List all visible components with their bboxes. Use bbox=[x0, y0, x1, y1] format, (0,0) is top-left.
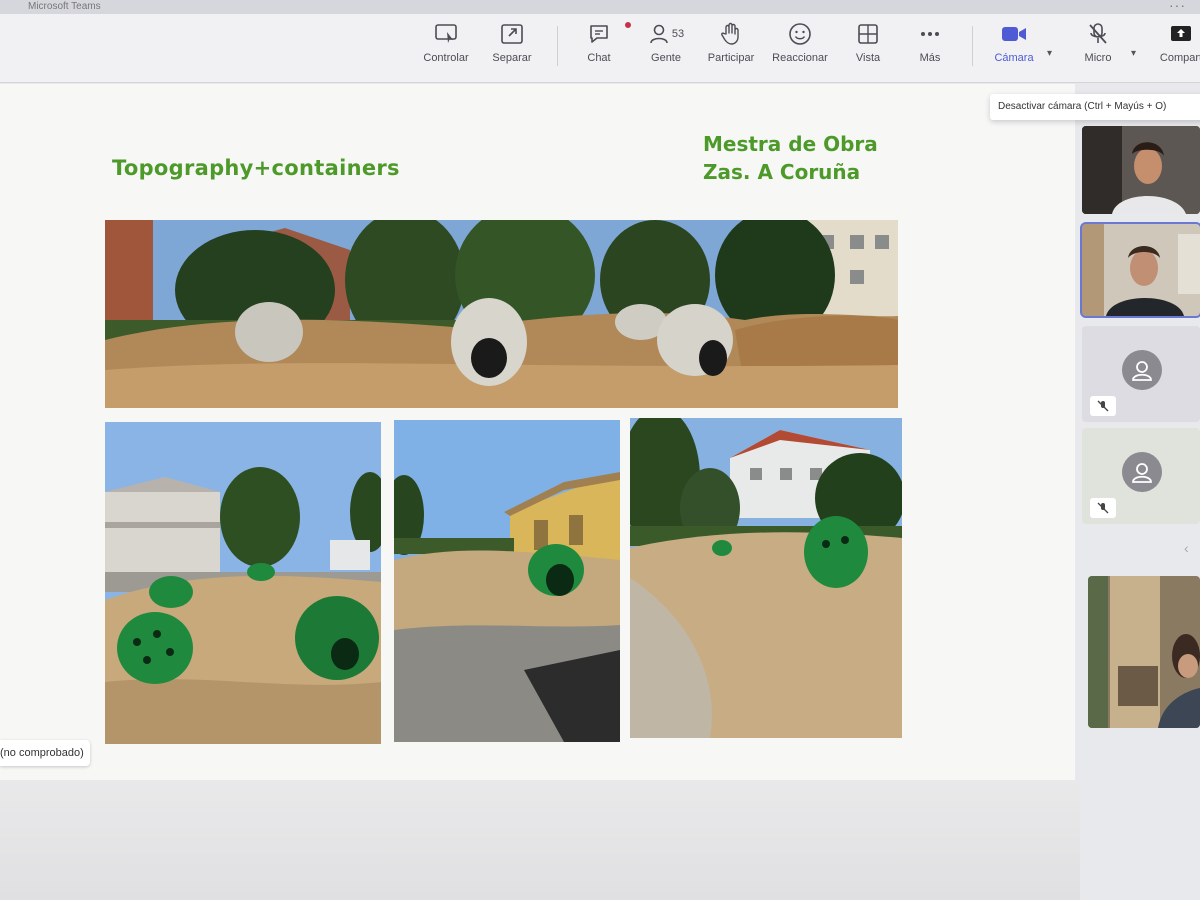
photo-concrete-containers bbox=[105, 220, 898, 408]
vista-button[interactable]: Vista bbox=[836, 20, 900, 76]
mas-label: Más bbox=[919, 52, 941, 64]
mic-muted-icon bbox=[1090, 498, 1116, 518]
participant-video-3[interactable] bbox=[1088, 576, 1200, 728]
slide-title: Topography+containers bbox=[112, 156, 400, 180]
compartir-button[interactable]: Compart bbox=[1146, 20, 1200, 76]
photo-green-domes-left bbox=[105, 422, 381, 744]
participant-photo bbox=[1082, 224, 1200, 316]
gente-label: Gente bbox=[651, 52, 681, 64]
camara-button[interactable]: Cámara bbox=[982, 20, 1046, 76]
slide-subtitle-line1: Mestra de Obra bbox=[703, 132, 878, 156]
micro-label: Micro bbox=[1084, 52, 1112, 64]
reaccionar-button[interactable]: Reaccionar bbox=[768, 20, 832, 76]
participant-photo bbox=[1088, 576, 1200, 728]
vista-label: Vista bbox=[855, 52, 881, 64]
participant-avatar-1[interactable] bbox=[1082, 326, 1200, 422]
person-icon bbox=[1122, 452, 1162, 492]
participant-photo bbox=[1082, 126, 1200, 214]
slide-bottom-area bbox=[0, 780, 1080, 900]
micro-options-chevron-icon[interactable]: ▾ bbox=[1131, 48, 1136, 59]
more-options-icon[interactable]: ··· bbox=[1169, 0, 1186, 12]
participant-video-1[interactable] bbox=[1082, 126, 1200, 214]
micro-button[interactable]: Micro bbox=[1066, 20, 1130, 76]
people-icon-wrap: 53 bbox=[648, 20, 684, 48]
screen-control-icon bbox=[434, 20, 458, 48]
gente-button[interactable]: 53 Gente bbox=[634, 20, 698, 76]
toolbar-divider bbox=[557, 26, 558, 66]
share-screen-icon bbox=[1169, 20, 1193, 48]
window-title: Microsoft Teams bbox=[28, 1, 101, 12]
people-count: 53 bbox=[671, 28, 685, 40]
compartir-label: Compart bbox=[1159, 52, 1200, 64]
ellipsis-icon bbox=[919, 20, 941, 48]
unverified-label: (no comprobado) bbox=[0, 740, 90, 766]
photo-green-dome-right bbox=[630, 418, 902, 738]
grid-view-icon bbox=[857, 20, 879, 48]
chat-icon bbox=[587, 20, 631, 48]
meeting-toolbar: Controlar Separar Chat 53 Gente Particip… bbox=[0, 14, 1200, 83]
controlar-label: Controlar bbox=[423, 52, 469, 64]
slide-subtitle-line2: Zas. A Coruña bbox=[703, 160, 861, 184]
chat-button[interactable]: Chat bbox=[567, 20, 631, 76]
pop-out-icon bbox=[500, 20, 524, 48]
reaccionar-label: Reaccionar bbox=[772, 52, 828, 64]
person-icon bbox=[1122, 350, 1162, 390]
separar-label: Separar bbox=[492, 52, 532, 64]
unread-dot bbox=[625, 22, 631, 28]
separar-button[interactable]: Separar bbox=[480, 20, 544, 76]
video-camera-icon bbox=[1001, 20, 1027, 48]
camera-tooltip: Desactivar cámara (Ctrl + Mayús + O) bbox=[990, 94, 1200, 120]
mas-button[interactable]: Más bbox=[898, 20, 962, 76]
controlar-button[interactable]: Controlar bbox=[414, 20, 478, 76]
participant-video-2[interactable] bbox=[1080, 222, 1200, 318]
microphone-muted-icon bbox=[1087, 20, 1109, 48]
people-icon bbox=[650, 24, 668, 44]
camara-label: Cámara bbox=[994, 52, 1034, 64]
smiley-icon bbox=[788, 20, 812, 48]
participant-avatar-2[interactable] bbox=[1082, 428, 1200, 524]
toolbar-divider bbox=[972, 26, 973, 66]
participar-button[interactable]: Participar bbox=[699, 20, 763, 76]
raise-hand-icon bbox=[720, 20, 742, 48]
mic-muted-icon bbox=[1090, 396, 1116, 416]
photo-green-tunnel-center bbox=[394, 420, 620, 742]
participar-label: Participar bbox=[707, 52, 755, 64]
camera-options-chevron-icon[interactable]: ▾ bbox=[1047, 48, 1052, 59]
panel-collapse-chevron-icon[interactable]: ‹ bbox=[1184, 540, 1189, 556]
window-titlebar: Microsoft Teams ··· bbox=[0, 0, 1200, 14]
chat-label: Chat bbox=[587, 52, 611, 64]
